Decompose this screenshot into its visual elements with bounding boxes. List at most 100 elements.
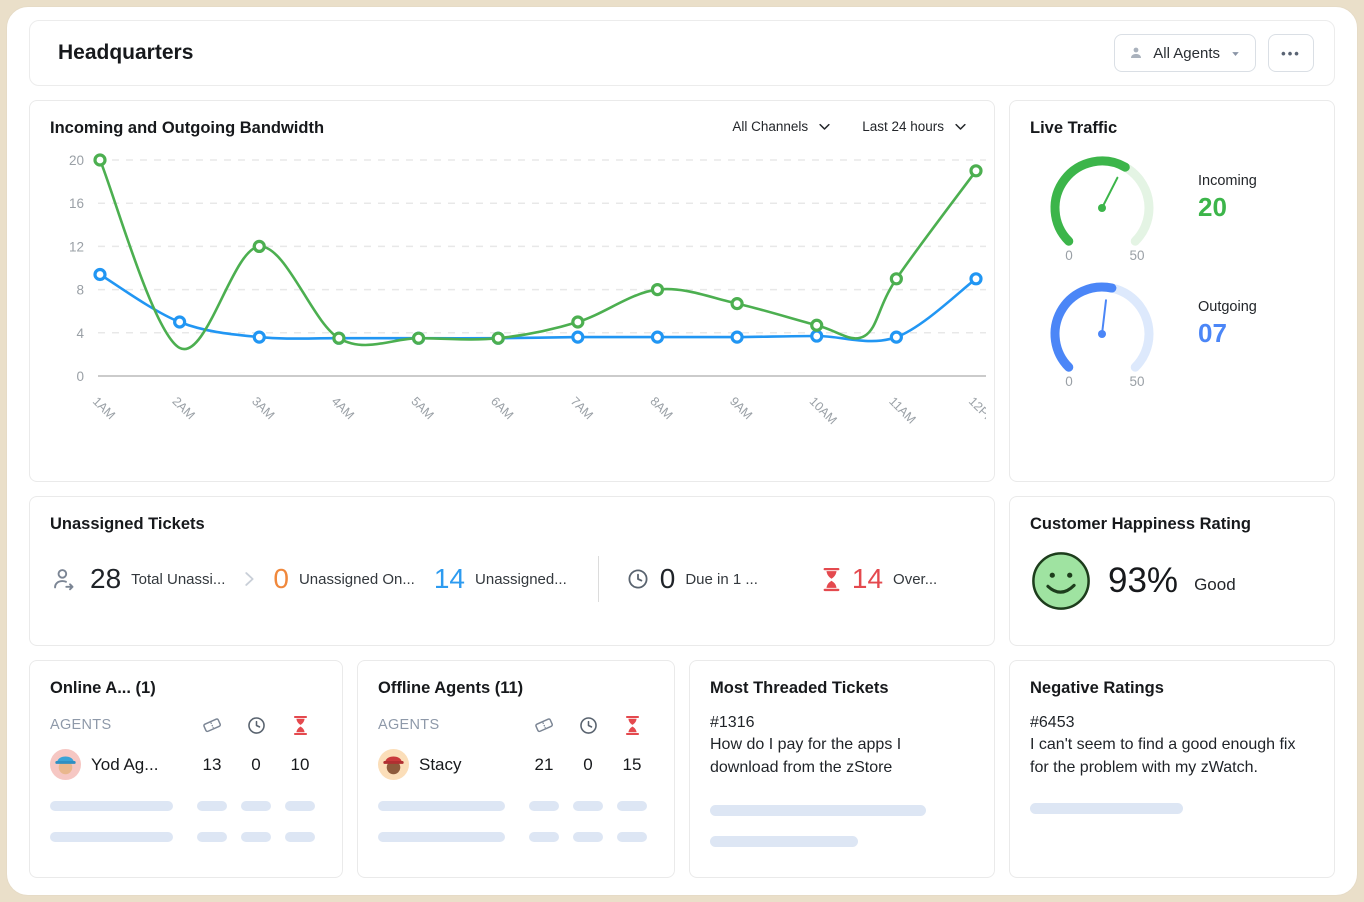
skeleton-bar: [1030, 803, 1183, 814]
time-range-dropdown[interactable]: Last 24 hours: [862, 119, 968, 134]
clock-icon: [578, 715, 599, 736]
svg-text:6AM: 6AM: [488, 394, 516, 422]
outgoing-gauge-row: 0 50 Outgoing 07: [1030, 270, 1314, 394]
dashboard-page: Headquarters All Agents ••• Incoming and…: [6, 6, 1358, 896]
svg-text:0: 0: [76, 369, 84, 384]
bandwidth-panel: Incoming and Outgoing Bandwidth All Chan…: [29, 100, 995, 482]
happiness-panel: Customer Happiness Rating 93% Good: [1009, 496, 1335, 646]
agents-column-label: AGENTS: [50, 717, 190, 733]
ellipsis-icon: •••: [1281, 46, 1301, 61]
svg-text:4: 4: [76, 326, 84, 341]
happiness-title: Customer Happiness Rating: [1030, 515, 1314, 534]
happiness-rating-label: Good: [1194, 575, 1236, 595]
chevron-down-icon: [953, 119, 968, 134]
incoming-label: Incoming: [1198, 173, 1257, 189]
ticket-subject: How do I pay for the apps I download fro…: [710, 734, 974, 779]
agent-avatar: [378, 749, 409, 780]
smiley-face-icon: [1030, 550, 1092, 612]
skeleton-bar: [710, 836, 858, 847]
incoming-gauge: 0 50: [1030, 144, 1188, 268]
agents-table-header: AGENTS: [378, 714, 654, 736]
skeleton-bar: [710, 805, 926, 816]
agent-overdue: 10: [291, 755, 310, 775]
agent-name: Stacy: [419, 755, 462, 775]
outgoing-value: 07: [1198, 318, 1257, 349]
svg-text:20: 20: [69, 153, 84, 168]
svg-text:8AM: 8AM: [647, 394, 675, 422]
agent-due: 0: [251, 755, 260, 775]
agents-table-header: AGENTS: [50, 714, 322, 736]
svg-text:12: 12: [69, 239, 84, 254]
most-threaded-panel: Most Threaded Tickets #1316 How do I pay…: [689, 660, 995, 878]
ticket-subject: I can't seem to find a good enough fix f…: [1030, 734, 1314, 779]
unassigned-tickets-panel: Unassigned Tickets 28 Total Unassi... 0 …: [29, 496, 995, 646]
person-icon: [1128, 45, 1144, 61]
svg-text:11AM: 11AM: [886, 394, 918, 426]
online-agents-title: Online A... (1): [50, 679, 322, 698]
agent-avatar: [50, 749, 81, 780]
stat-value: 0: [273, 563, 289, 595]
online-agents-panel: Online A... (1) AGENTS Yod Ag... 1: [29, 660, 343, 878]
channel-filter-dropdown[interactable]: All Channels: [732, 119, 832, 134]
stat-total-unassigned: 28 Total Unassi...: [90, 563, 225, 595]
svg-text:8: 8: [76, 283, 84, 298]
clock-icon: [626, 567, 650, 591]
outgoing-label: Outgoing: [1198, 299, 1257, 315]
chevron-down-icon: [817, 119, 832, 134]
header: Headquarters All Agents •••: [29, 20, 1335, 86]
svg-text:7AM: 7AM: [568, 394, 596, 422]
agent-name: Yod Ag...: [91, 755, 158, 775]
skeleton-row: [50, 801, 322, 811]
stat-label: Over...: [893, 571, 937, 588]
assign-icon: [50, 566, 77, 593]
svg-text:2AM: 2AM: [170, 394, 198, 422]
hourglass-icon: [624, 715, 641, 736]
bandwidth-line-chart: 0481216201AM2AM3AM4AM5AM6AM7AM8AM9AM10AM…: [50, 144, 986, 456]
chevron-right-icon: [238, 568, 260, 590]
incoming-value: 20: [1198, 192, 1257, 223]
svg-text:12PM: 12PM: [966, 394, 986, 427]
svg-text:0: 0: [1065, 248, 1073, 263]
negative-ratings-panel: Negative Ratings #6453 I can't seem to f…: [1009, 660, 1335, 878]
agent-row[interactable]: Stacy 21 0 15: [378, 749, 654, 780]
ticket-icon: [201, 714, 223, 736]
outgoing-gauge: 0 50: [1030, 270, 1188, 394]
live-traffic-title: Live Traffic: [1030, 119, 1314, 138]
clock-icon: [246, 715, 267, 736]
stat-value: 0: [660, 563, 676, 595]
negative-ratings-title: Negative Ratings: [1030, 679, 1314, 698]
stat-value: 14: [434, 563, 465, 595]
svg-text:10AM: 10AM: [807, 394, 840, 427]
ticket-icon: [533, 714, 555, 736]
stat-overdue: 14 Over...: [821, 563, 937, 595]
agent-tickets: 13: [203, 755, 222, 775]
svg-text:50: 50: [1129, 248, 1144, 263]
stat-unassigned-online: 0 Unassigned On...: [273, 563, 414, 595]
skeleton-row: [378, 832, 654, 842]
stat-label: Due in 1 ...: [685, 571, 758, 588]
divider: [598, 556, 599, 602]
svg-text:16: 16: [69, 196, 84, 211]
page-title: Headquarters: [58, 41, 1114, 65]
skeleton-row: [50, 832, 322, 842]
skeleton-row: [378, 801, 654, 811]
offline-agents-panel: Offline Agents (11) AGENTS Stacy 2: [357, 660, 675, 878]
ticket-id: #6453: [1030, 712, 1314, 734]
svg-text:0: 0: [1065, 374, 1073, 389]
bandwidth-title: Incoming and Outgoing Bandwidth: [50, 119, 732, 138]
stat-label: Unassigned On...: [299, 571, 415, 588]
more-options-button[interactable]: •••: [1268, 34, 1314, 72]
svg-text:3AM: 3AM: [249, 394, 277, 422]
svg-text:1AM: 1AM: [90, 394, 118, 422]
agents-filter-label: All Agents: [1153, 45, 1220, 62]
stat-unassigned: 14 Unassigned...: [434, 563, 567, 595]
stat-label: Unassigned...: [475, 571, 567, 588]
svg-text:50: 50: [1129, 374, 1144, 389]
incoming-gauge-row: 0 50 Incoming 20: [1030, 144, 1314, 268]
agent-row[interactable]: Yod Ag... 13 0 10: [50, 749, 322, 780]
agents-filter-button[interactable]: All Agents: [1114, 34, 1256, 72]
stat-value: 28: [90, 563, 121, 595]
agent-overdue: 15: [623, 755, 642, 775]
unassigned-title: Unassigned Tickets: [50, 515, 974, 534]
most-threaded-title: Most Threaded Tickets: [710, 679, 974, 698]
